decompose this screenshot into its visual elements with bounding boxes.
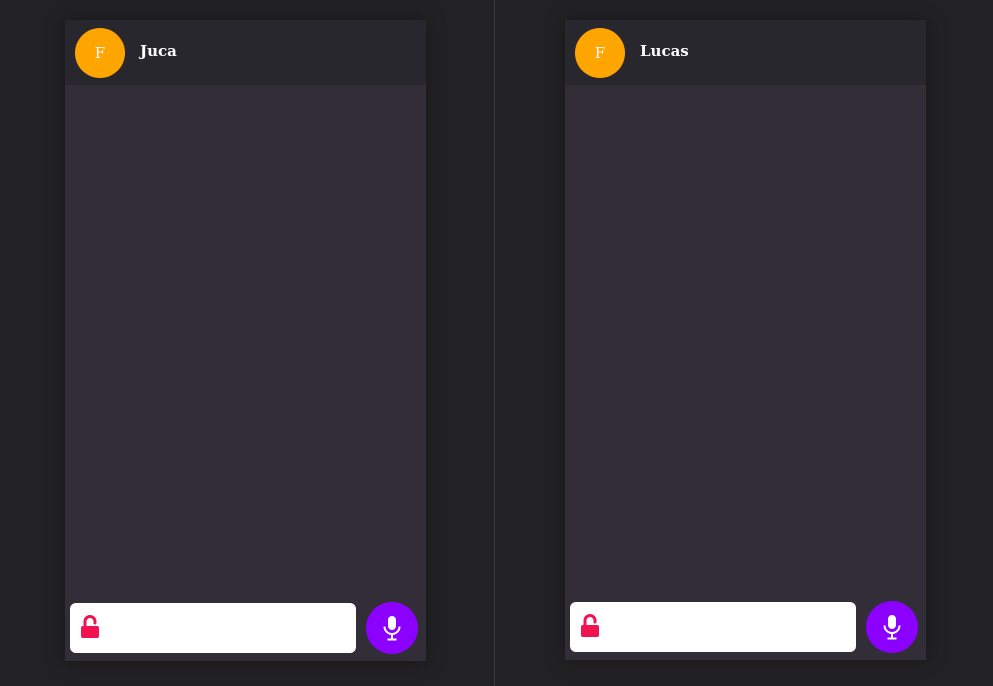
message-input[interactable] (112, 611, 348, 645)
panel-divider (494, 0, 495, 686)
message-list (65, 85, 426, 595)
chat-window-juca: F Juca (65, 20, 426, 661)
unlocked-padlock-icon[interactable] (580, 613, 604, 639)
contact-name: Juca (140, 42, 177, 60)
microphone-icon (883, 615, 901, 640)
unlocked-padlock-icon[interactable] (80, 614, 104, 640)
app-stage: F Juca F Lucas (0, 0, 993, 686)
message-list (565, 85, 926, 595)
avatar[interactable]: F (575, 28, 625, 78)
message-input[interactable] (612, 610, 848, 644)
voice-record-button[interactable] (866, 601, 918, 653)
contact-name: Lucas (640, 42, 689, 60)
avatar[interactable]: F (75, 28, 125, 78)
chat-header: F Juca (65, 20, 426, 85)
microphone-icon (383, 616, 401, 641)
message-composer (70, 603, 356, 653)
chat-window-lucas: F Lucas (565, 20, 926, 660)
message-composer (570, 602, 856, 652)
voice-record-button[interactable] (366, 602, 418, 654)
chat-header: F Lucas (565, 20, 926, 85)
